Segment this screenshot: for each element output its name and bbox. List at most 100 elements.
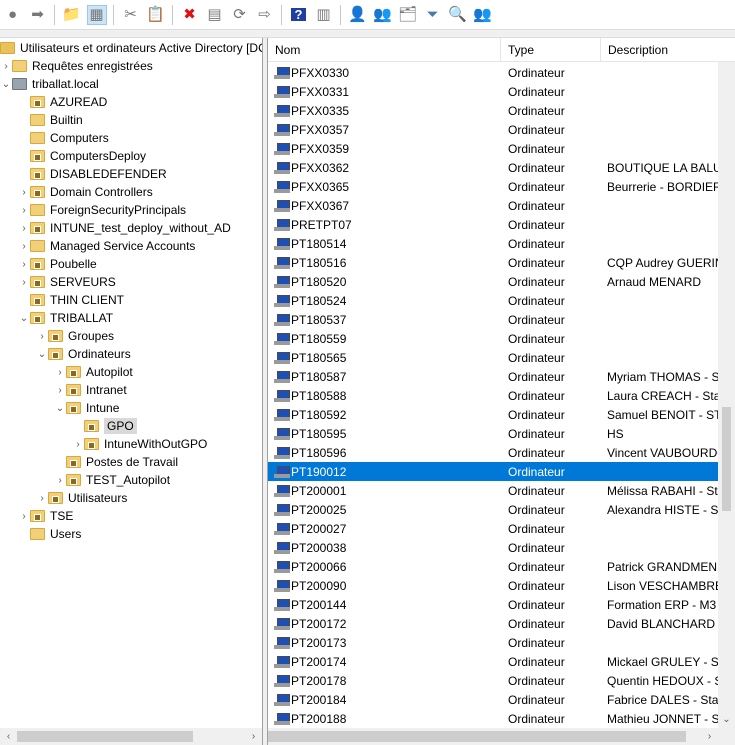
chevron-right-icon[interactable]: › [72,439,84,450]
export-list-button[interactable]: ⇨ [255,5,275,25]
add-to-group-button[interactable]: 👥 [473,5,493,25]
tree-item[interactable]: ⌄ Intune [0,399,120,417]
table-row[interactable]: PT200188 Ordinateur Mathieu JONNET - Sta [268,709,718,728]
table-row[interactable]: PT200038 Ordinateur [268,538,718,557]
tree-item[interactable]: ⌄ TRIBALLAT [0,309,113,327]
scrollbar-thumb[interactable] [17,731,193,742]
table-row[interactable]: PFXX0359 Ordinateur [268,139,718,158]
table-row[interactable]: PT180596 Ordinateur Vincent VAUBOURDOL [268,443,718,462]
chevron-right-icon[interactable]: › [18,187,30,198]
table-row[interactable]: PFXX0362 Ordinateur BOUTIQUE LA BALUE [268,158,718,177]
scroll-down-icon[interactable]: ⌄ [718,711,735,728]
new-ou-button[interactable]: 🗂 [398,5,418,25]
table-row[interactable]: PT200172 Ordinateur David BLANCHARD - S [268,614,718,633]
chevron-down-icon[interactable]: ⌄ [18,313,30,324]
find-button[interactable]: 🔍 [448,5,468,25]
tree-item[interactable]: Users [0,525,81,543]
table-row[interactable]: PT180595 Ordinateur HS [268,424,718,443]
chevron-right-icon[interactable]: › [18,205,30,216]
table-row[interactable]: PFXX0330 Ordinateur [268,63,718,82]
tree-item[interactable]: › ForeignSecurityPrincipals [0,201,186,219]
tree-item[interactable]: GPO [0,417,137,435]
table-row[interactable]: PT200066 Ordinateur Patrick GRANDMENIL [268,557,718,576]
table-row[interactable]: PT200027 Ordinateur [268,519,718,538]
table-row[interactable]: PFXX0335 Ordinateur [268,101,718,120]
properties-button[interactable]: ▤ [205,5,225,25]
table-row[interactable]: PT200178 Ordinateur Quentin HEDOUX - Sta [268,671,718,690]
table-row[interactable]: PT200173 Ordinateur [268,633,718,652]
scroll-right-icon[interactable]: › [245,728,262,745]
tree-item[interactable]: › Utilisateurs [0,489,127,507]
chevron-right-icon[interactable]: › [0,61,12,72]
table-row[interactable]: PT180516 Ordinateur CQP Audrey GUERIN [268,253,718,272]
table-row[interactable]: PRETPT07 Ordinateur [268,215,718,234]
cut-button[interactable]: ✂ [121,5,141,25]
tree-item[interactable]: Builtin [0,111,83,129]
chevron-right-icon[interactable]: › [18,241,30,252]
tree-item[interactable]: › INTUNE_test_deploy_without_AD [0,219,230,237]
column-header-type[interactable]: Type [501,38,601,62]
tree-item[interactable]: Postes de Travail [0,453,178,471]
chevron-down-icon[interactable]: ⌄ [0,79,12,90]
tree-item[interactable]: Computers [0,129,109,147]
table-row[interactable]: PFXX0331 Ordinateur [268,82,718,101]
table-row[interactable]: PT200184 Ordinateur Fabrice DALES - Statig [268,690,718,709]
tree-horizontal-scrollbar[interactable]: ‹ › [0,728,262,745]
table-row[interactable]: PT200174 Ordinateur Mickael GRULEY - Stat [268,652,718,671]
tree-item[interactable]: ⌄ Ordinateurs [0,345,131,363]
tree-item[interactable]: › IntuneWithOutGPO [0,435,207,453]
forward-arrow-button[interactable]: ➡ [28,5,48,25]
show-action-pane-button[interactable]: ▥ [314,5,334,25]
refresh-button[interactable]: ⟳ [230,5,250,25]
new-user-button[interactable]: 👤 [348,5,368,25]
filter-button[interactable]: ⏷ [423,5,443,25]
tree-item[interactable]: › Autopilot [0,363,132,381]
chevron-right-icon[interactable]: › [54,385,66,396]
chevron-down-icon[interactable]: ⌄ [54,403,66,414]
table-row[interactable]: PT180514 Ordinateur [268,234,718,253]
chevron-right-icon[interactable]: › [18,277,30,288]
tree-item[interactable]: › Managed Service Accounts [0,237,195,255]
table-row[interactable]: PT180587 Ordinateur Myriam THOMAS - Sta [268,367,718,386]
column-header-name[interactable]: Nom [268,38,501,62]
tree-item[interactable]: AZUREAD [0,93,107,111]
tree-item[interactable]: › Poubelle [0,255,96,273]
tree-item[interactable]: THIN CLIENT [0,291,124,309]
tree-item[interactable]: › SERVEURS [0,273,115,291]
show-hide-console-tree-button[interactable]: ▦ [86,4,107,25]
table-row[interactable]: PT200001 Ordinateur Mélissa RABAHI - Stati [268,481,718,500]
table-row[interactable]: PT180588 Ordinateur Laura CREACH - Statig [268,386,718,405]
chevron-right-icon[interactable]: › [36,331,48,342]
list-horizontal-scrollbar[interactable]: › [268,728,735,745]
tree-item[interactable]: › TEST_Autopilot [0,471,170,489]
table-row[interactable]: PT180592 Ordinateur Samuel BENOIT - STati [268,405,718,424]
tree-item[interactable]: ComputersDeploy [0,147,146,165]
scroll-right-icon[interactable]: › [701,728,718,745]
chevron-right-icon[interactable]: › [18,259,30,270]
table-row[interactable]: PT200090 Ordinateur Lison VESCHAMBRE - [268,576,718,595]
table-row[interactable]: PT180537 Ordinateur [268,310,718,329]
chevron-right-icon[interactable]: › [54,367,66,378]
help-button[interactable]: ? [289,5,309,25]
tree-item[interactable]: › Intranet [0,381,126,399]
tree-item[interactable]: › Requêtes enregistrées [0,57,152,75]
chevron-right-icon[interactable]: › [18,223,30,234]
up-folder-button[interactable]: 📁 [62,5,82,25]
tree-item[interactable]: › TSE [0,507,73,525]
list-vertical-scrollbar[interactable]: ⌄ [718,62,735,728]
chevron-right-icon[interactable]: › [36,493,48,504]
table-row[interactable]: PFXX0365 Ordinateur Beurrerie - BORDIER [268,177,718,196]
back-arrow-button[interactable]: ● [3,5,23,25]
table-row[interactable]: PT200144 Ordinateur Formation ERP - M3 - [268,595,718,614]
delete-button[interactable]: ✖ [180,5,200,25]
column-header-description[interactable]: Description [601,38,735,62]
new-group-button[interactable]: 👥 [373,5,393,25]
table-row[interactable]: PT200025 Ordinateur Alexandra HISTE - Stat [268,500,718,519]
tree-item[interactable]: DISABLEDEFENDER [0,165,167,183]
table-row[interactable]: PFXX0357 Ordinateur [268,120,718,139]
scroll-left-icon[interactable]: ‹ [0,728,17,745]
chevron-right-icon[interactable]: › [54,475,66,486]
table-row[interactable]: PFXX0367 Ordinateur [268,196,718,215]
scrollbar-thumb[interactable] [268,731,686,742]
tree-item[interactable]: › Domain Controllers [0,183,152,201]
